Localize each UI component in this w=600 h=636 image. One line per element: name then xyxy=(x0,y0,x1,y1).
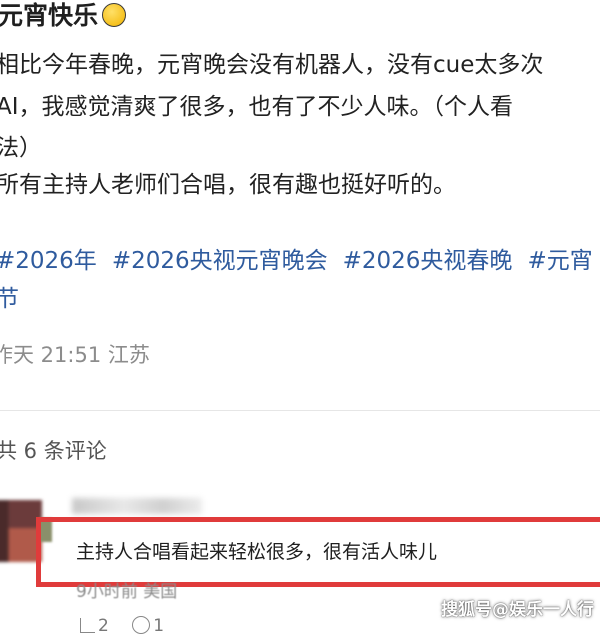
comment-count: 共 6 条评论 xyxy=(0,439,107,463)
comment-text: 主持人合唱看起来轻松很多，很有活人味儿 xyxy=(76,541,438,563)
hashtag-link[interactable]: #2026年 xyxy=(0,248,97,274)
post-meta: 昨天 21:51 江苏 xyxy=(0,343,150,367)
like-button[interactable]: 1 xyxy=(132,616,164,636)
divider xyxy=(0,410,600,411)
post-title-text: 元宵快乐 xyxy=(0,1,99,30)
reply-count: 2 xyxy=(98,616,109,636)
comment-actions: 2 1 xyxy=(80,616,182,636)
smiling-face-icon xyxy=(102,3,127,27)
reply-button[interactable]: 2 xyxy=(80,616,109,636)
comment-icon xyxy=(132,616,151,634)
hashtag-row: #2026年 #2026央视元宵晚会 #2026央视春晚 #元宵 xyxy=(0,246,600,276)
hashtag-link[interactable]: #2026央视元宵晚会 xyxy=(112,248,328,274)
like-count: 1 xyxy=(153,616,165,636)
post-body-line-2: AI，我感觉清爽了很多，也有了不少人味。（个人看 xyxy=(0,94,514,120)
post-title: 元宵快乐 xyxy=(0,0,127,32)
username-blurred[interactable] xyxy=(72,498,202,514)
comment-meta: 9小时前 美国 xyxy=(76,582,178,602)
post-body-line-3: 法） xyxy=(0,135,42,161)
post-body-line-1: 相比今年春晚，元宵晚会没有机器人，没有cue太多次 xyxy=(0,52,544,78)
hashtag-link-continued[interactable]: 节 xyxy=(0,286,19,312)
hashtag-link[interactable]: #元宵 xyxy=(527,248,592,274)
hashtag-row-continued: 节 xyxy=(0,284,34,314)
hashtag-link[interactable]: #2026央视春晚 xyxy=(343,248,513,274)
watermark: 搜狐号@娱乐一人行 xyxy=(441,600,594,620)
post-body-line-4: 所有主持人老师们合唱，很有趣也挺好听的。 xyxy=(0,172,456,198)
